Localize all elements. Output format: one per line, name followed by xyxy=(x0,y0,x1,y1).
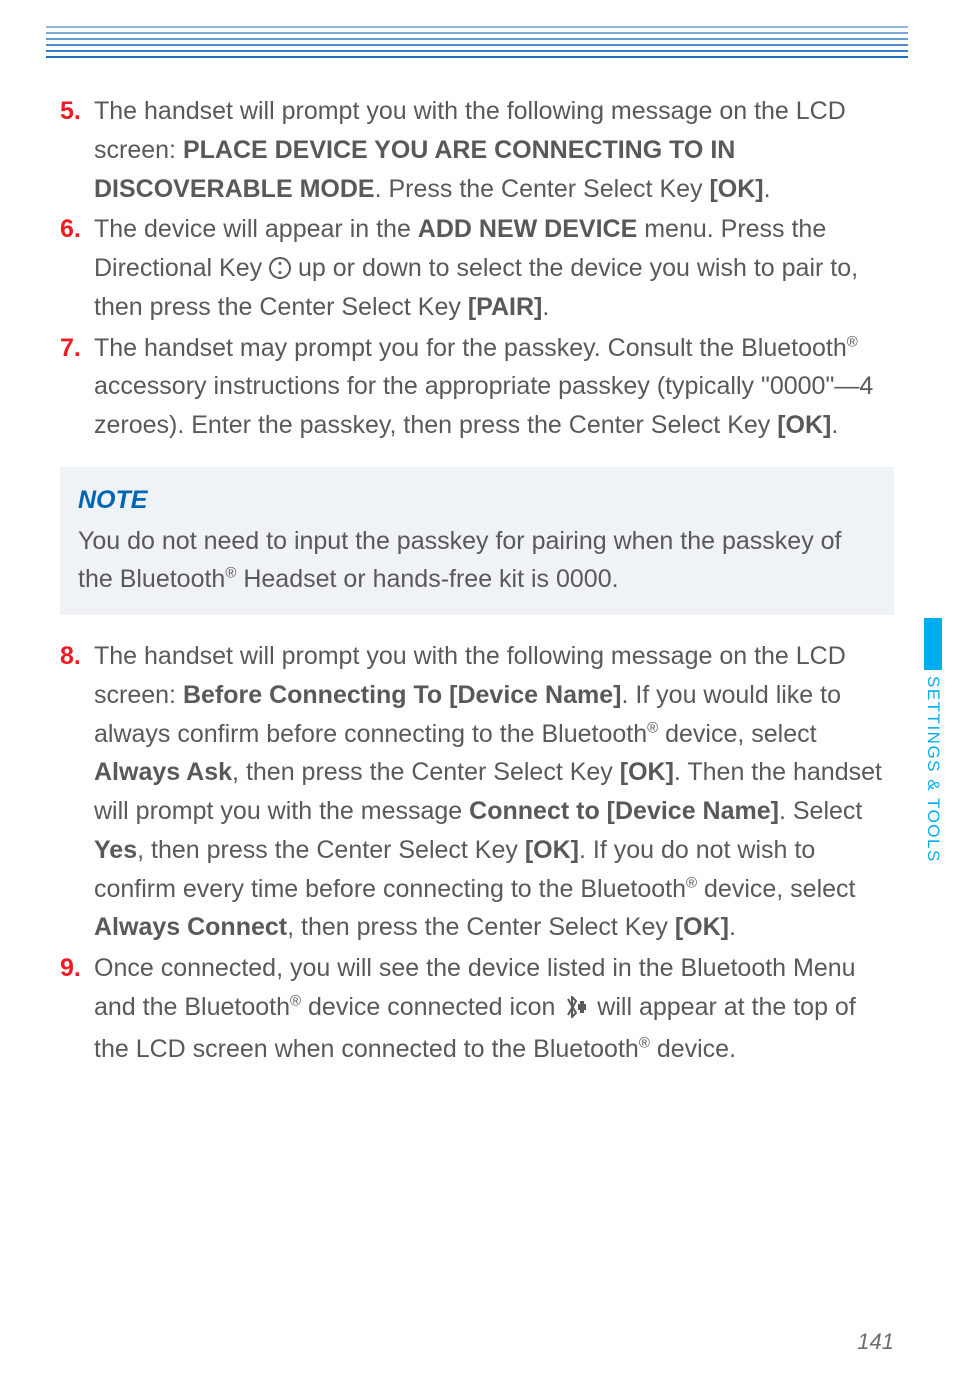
section-label: SETTINGS & TOOLS xyxy=(923,676,943,863)
text: . xyxy=(764,175,771,203)
step-number: 5. xyxy=(60,92,94,208)
text: , then press the Center Select Key xyxy=(287,913,675,941)
note-body: You do not need to input the passkey for… xyxy=(78,522,876,600)
registered-mark: ® xyxy=(225,565,236,582)
registered-mark: ® xyxy=(686,874,697,891)
bold-text: Always Connect xyxy=(94,913,287,941)
step-number: 6. xyxy=(60,210,94,326)
page-number: 141 xyxy=(857,1329,894,1355)
bold-text: [OK] xyxy=(675,913,729,941)
bold-text: Always Ask xyxy=(94,758,232,786)
bold-text: [PAIR] xyxy=(468,293,543,321)
step-body: The handset will prompt you with the fol… xyxy=(94,637,894,947)
step-body: Once connected, you will see the device … xyxy=(94,949,894,1068)
text: . xyxy=(729,913,736,941)
step-7: 7. The handset may prompt you for the pa… xyxy=(60,329,894,445)
header-stripe-group xyxy=(0,0,954,58)
bold-text: ADD NEW DEVICE xyxy=(418,215,637,243)
registered-mark: ® xyxy=(290,992,301,1009)
text: . xyxy=(542,293,549,321)
header-bar xyxy=(46,26,908,28)
bold-text: [OK] xyxy=(525,836,579,864)
bold-text: Before Connecting To [Device Name] xyxy=(183,681,622,709)
header-bar xyxy=(46,56,908,58)
text: device, select xyxy=(697,875,855,903)
directional-key-icon xyxy=(269,257,291,279)
bold-text: Yes xyxy=(94,836,137,864)
registered-mark: ® xyxy=(639,1034,650,1051)
note-title: NOTE xyxy=(78,481,876,520)
step-body: The device will appear in the ADD NEW DE… xyxy=(94,210,894,326)
header-bar xyxy=(46,38,908,40)
step-number: 8. xyxy=(60,637,94,947)
step-6: 6. The device will appear in the ADD NEW… xyxy=(60,210,894,326)
text: device. xyxy=(650,1035,736,1063)
step-5: 5. The handset will prompt you with the … xyxy=(60,92,894,208)
text: , then press the Center Select Key xyxy=(137,836,525,864)
step-number: 7. xyxy=(60,329,94,445)
step-8: 8. The handset will prompt you with the … xyxy=(60,637,894,947)
note-box: NOTE You do not need to input the passke… xyxy=(60,467,894,615)
registered-mark: ® xyxy=(647,719,658,736)
section-marker xyxy=(924,618,942,670)
text: Headset or hands-free kit is 0000. xyxy=(236,565,618,593)
header-bar xyxy=(46,44,908,46)
bold-text: [OK] xyxy=(620,758,674,786)
text: . Select xyxy=(779,797,862,825)
text: . xyxy=(831,411,838,439)
section-tab: SETTINGS & TOOLS xyxy=(912,618,954,863)
text: , then press the Center Select Key xyxy=(232,758,620,786)
step-body: The handset may prompt you for the passk… xyxy=(94,329,894,445)
text: The device will appear in the xyxy=(94,215,418,243)
text: device, select xyxy=(658,720,816,748)
bold-text: Connect to [Device Name] xyxy=(469,797,779,825)
header-bar xyxy=(46,50,908,52)
bold-text: [OK] xyxy=(709,175,763,203)
step-number: 9. xyxy=(60,949,94,1068)
text: accessory instructions for the appropria… xyxy=(94,372,873,439)
bluetooth-connected-icon xyxy=(562,991,590,1030)
bold-text: [OK] xyxy=(777,411,831,439)
step-body: The handset will prompt you with the fol… xyxy=(94,92,894,208)
step-9: 9. Once connected, you will see the devi… xyxy=(60,949,894,1068)
registered-mark: ® xyxy=(847,333,858,350)
text: . Press the Center Select Key xyxy=(375,175,710,203)
text: device connected icon xyxy=(301,993,562,1021)
header-bar xyxy=(46,32,908,34)
text: The handset may prompt you for the passk… xyxy=(94,334,847,362)
page-content: 5. The handset will prompt you with the … xyxy=(0,62,954,1068)
